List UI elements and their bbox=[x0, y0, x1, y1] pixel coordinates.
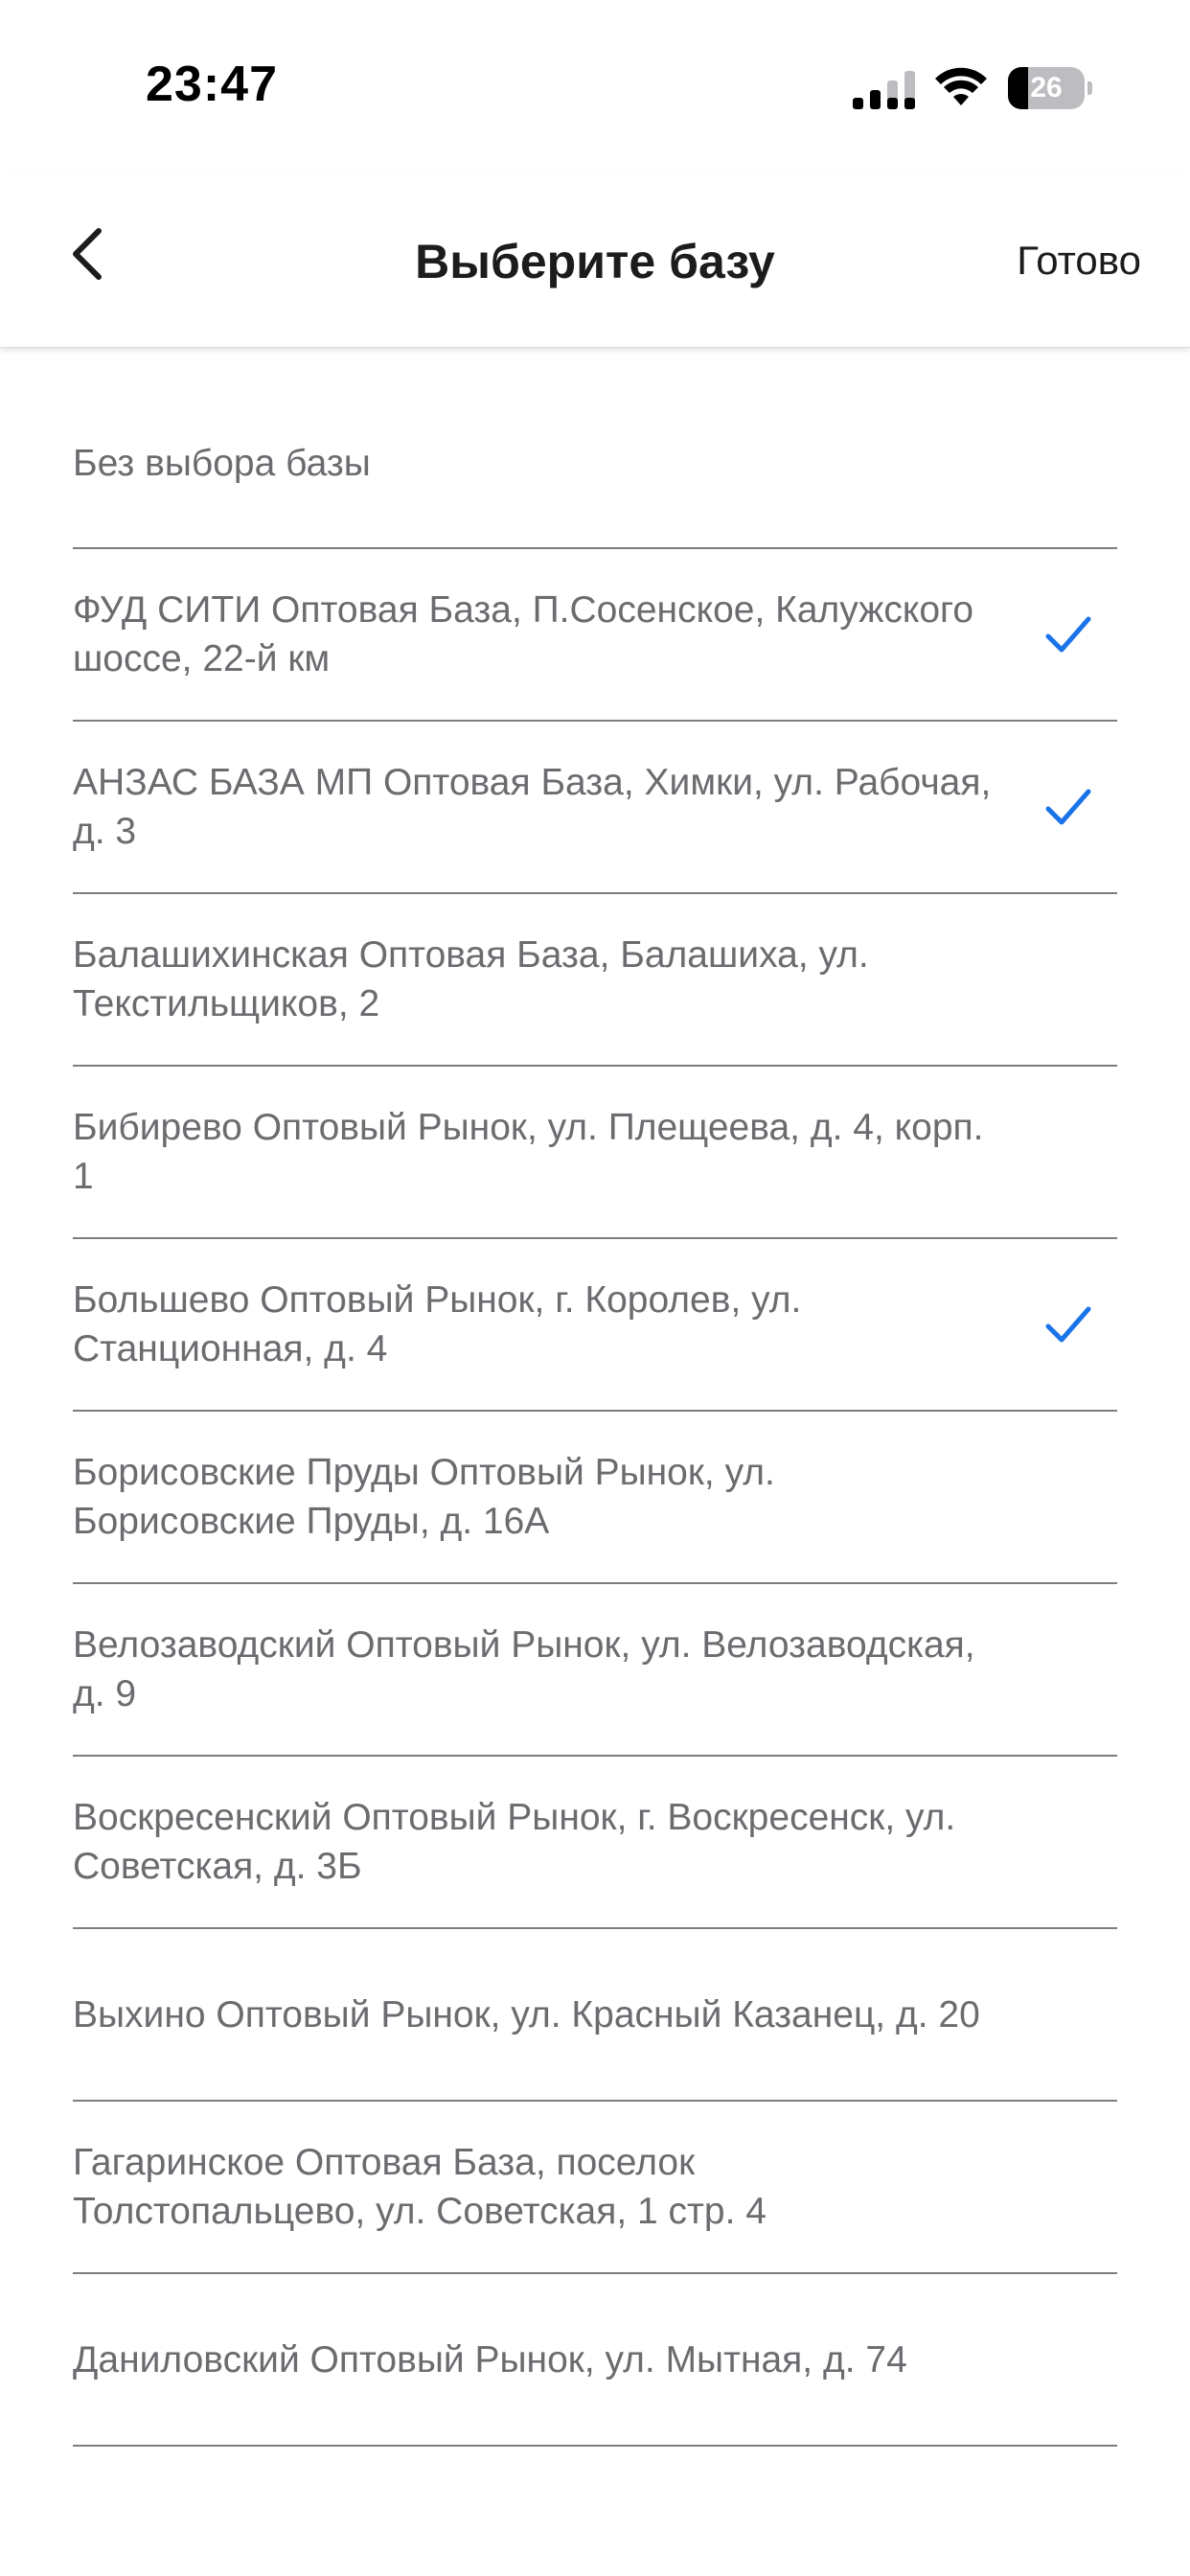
list-item-label: Гагаринское Оптовая База, поселок Толсто… bbox=[73, 2142, 767, 2232]
page-title: Выберите базу bbox=[415, 235, 775, 288]
list-item-label: Воскресенский Оптовый Рынок, г. Воскресе… bbox=[73, 1797, 956, 1887]
checkmark-icon bbox=[1045, 1306, 1091, 1343]
list-item-label: Даниловский Оптовый Рынок, ул. Мытная, д… bbox=[73, 2338, 907, 2380]
list-item[interactable]: АНЗАС БАЗА МП Оптовая База, Химки, ул. Р… bbox=[73, 722, 1117, 894]
base-list: Без выбора базы ФУД СИТИ Оптовая База, П… bbox=[73, 347, 1117, 2447]
list-item[interactable]: Велозаводский Оптовый Рынок, ул. Велозав… bbox=[73, 1584, 1117, 1757]
list-item-label: ФУД СИТИ Оптовая База, П.Сосенское, Калу… bbox=[73, 589, 974, 679]
navigation-bar: Выберите базу Готово bbox=[0, 172, 1190, 348]
list-item-no-base[interactable]: Без выбора базы bbox=[73, 347, 1117, 549]
list-item-label: Выхино Оптовый Рынок, ул. Красный Казане… bbox=[73, 1993, 980, 2036]
list-item[interactable]: ФУД СИТИ Оптовая База, П.Сосенское, Калу… bbox=[73, 549, 1117, 722]
status-time: 23:47 bbox=[146, 57, 278, 112]
signal-icon bbox=[853, 71, 915, 109]
list-item[interactable]: Бибирево Оптовый Рынок, ул. Плещеева, д.… bbox=[73, 1067, 1117, 1239]
list-item-label: Бибирево Оптовый Рынок, ул. Плещеева, д.… bbox=[73, 1107, 984, 1197]
wifi-icon bbox=[935, 67, 987, 105]
list-item-label: Большево Оптовый Рынок, г. Королев, ул. … bbox=[73, 1279, 802, 1369]
list-item-label: Велозаводский Оптовый Рынок, ул. Велозав… bbox=[73, 1624, 975, 1714]
checkmark-icon bbox=[1045, 616, 1091, 653]
done-button[interactable]: Готово bbox=[1017, 238, 1141, 284]
battery-level: 26 bbox=[1030, 72, 1063, 104]
list-item[interactable]: Балашихинская Оптовая База, Балашиха, ул… bbox=[73, 894, 1117, 1067]
list-item[interactable]: Борисовские Пруды Оптовый Рынок, ул. Бор… bbox=[73, 1412, 1117, 1584]
list-item-label: Балашихинская Оптовая База, Балашиха, ул… bbox=[73, 934, 869, 1024]
list-item[interactable]: Гагаринское Оптовая База, поселок Толсто… bbox=[73, 2102, 1117, 2274]
checkmark-icon bbox=[1045, 789, 1091, 825]
list-item[interactable]: Воскресенский Оптовый Рынок, г. Воскресе… bbox=[73, 1757, 1117, 1929]
list-item-label: Без выбора базы bbox=[73, 443, 371, 484]
battery-icon: 26 bbox=[1008, 67, 1092, 109]
list-item[interactable]: Большево Оптовый Рынок, г. Королев, ул. … bbox=[73, 1239, 1117, 1412]
list-item-label: Борисовские Пруды Оптовый Рынок, ул. Бор… bbox=[73, 1452, 775, 1542]
list-item[interactable]: Выхино Оптовый Рынок, ул. Красный Казане… bbox=[73, 1929, 1117, 2102]
list-item[interactable]: Даниловский Оптовый Рынок, ул. Мытная, д… bbox=[73, 2274, 1117, 2447]
status-bar: 23:47 26 bbox=[0, 0, 1190, 172]
list-item-label: АНЗАС БАЗА МП Оптовая База, Химки, ул. Р… bbox=[73, 762, 992, 852]
